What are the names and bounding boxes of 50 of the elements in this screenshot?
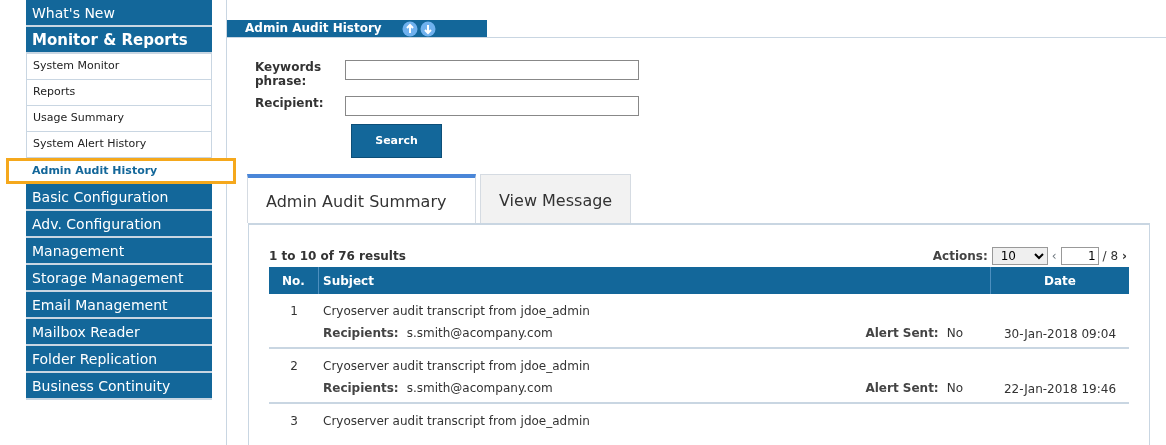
- sidebar-item[interactable]: Storage Management: [26, 265, 212, 292]
- row-number: 2: [290, 359, 298, 373]
- column-header: Date: [1043, 272, 1077, 290]
- page-title-text: Admin Audit History: [245, 20, 382, 37]
- date-text: 30-Jan-2018 09:04: [1004, 326, 1116, 343]
- input-field[interactable]: [345, 60, 639, 80]
- actions-label: Actions:: [932, 248, 988, 265]
- recipient-email: s.smith@acompany.com: [406, 326, 553, 340]
- column-header: No.: [269, 267, 319, 294]
- page-total: / 8: [1102, 248, 1119, 265]
- recipients-label: Recipients:: [323, 381, 399, 395]
- sidebar-item[interactable]: Management: [26, 238, 212, 265]
- sidebar-item[interactable]: Email Management: [26, 292, 212, 319]
- tab[interactable]: View Message: [480, 174, 632, 223]
- previous-page-button[interactable]: ‹: [1051, 247, 1057, 265]
- sidebar-subitem[interactable]: Reports: [26, 80, 212, 106]
- sidebar-item[interactable]: Mailbox Reader: [26, 319, 212, 346]
- subject-text[interactable]: Cryoserver audit transcript from jdoe_admin: [323, 357, 991, 375]
- input-field[interactable]: [345, 96, 639, 116]
- field-label: Recipient:: [255, 96, 325, 110]
- sidebar-item[interactable]: Folder Replication: [26, 346, 212, 373]
- sidebar-subitem[interactable]: Usage Summary: [26, 106, 212, 132]
- field-label: Keywords phrase:: [255, 60, 323, 88]
- recipients-label: Recipients:: [323, 326, 399, 340]
- search-button[interactable]: Search: [351, 124, 442, 158]
- recipient-email: s.smith@acompany.com: [406, 381, 553, 395]
- sidebar-subitem[interactable]: System Alert History: [26, 132, 212, 158]
- results-summary: 1 to 10 of 76 results: [269, 248, 406, 265]
- page-input[interactable]: 1: [1060, 247, 1099, 265]
- row-number: 1: [290, 304, 298, 318]
- column-header: Subject: [319, 267, 991, 294]
- alert-sent-label: Alert Sent:: [865, 326, 939, 340]
- date-text: 22-Jan-2018 19:46: [1004, 381, 1116, 398]
- sidebar-item[interactable]: Business Continuity: [26, 373, 212, 400]
- tab[interactable]: Admin Audit Summary: [247, 174, 476, 223]
- subject-text[interactable]: Cryoserver audit transcript from jdoe_admin: [323, 412, 991, 430]
- sort-arrows-icon[interactable]: [401, 20, 438, 37]
- row-number: 3: [290, 414, 298, 428]
- alert-sent-label: Alert Sent:: [865, 381, 939, 395]
- sidebar-item[interactable]: Basic Configuration: [26, 184, 212, 211]
- sidebar-subitem[interactable]: System Monitor: [26, 54, 212, 80]
- alert-sent-value: No: [946, 326, 963, 340]
- next-page-button[interactable]: ›: [1122, 247, 1127, 265]
- sidebar-item[interactable]: What's New: [26, 0, 212, 27]
- subject-text[interactable]: Cryoserver audit transcript from jdoe_admin: [323, 302, 991, 320]
- sidebar-item[interactable]: Adv. Configuration: [26, 211, 212, 238]
- alert-sent-value: No: [946, 381, 963, 395]
- sidebar-item[interactable]: Monitor & Reports: [26, 27, 212, 54]
- page-size-select[interactable]: 10: [991, 247, 1048, 265]
- sidebar-subitem[interactable]: Admin Audit History: [6, 158, 236, 184]
